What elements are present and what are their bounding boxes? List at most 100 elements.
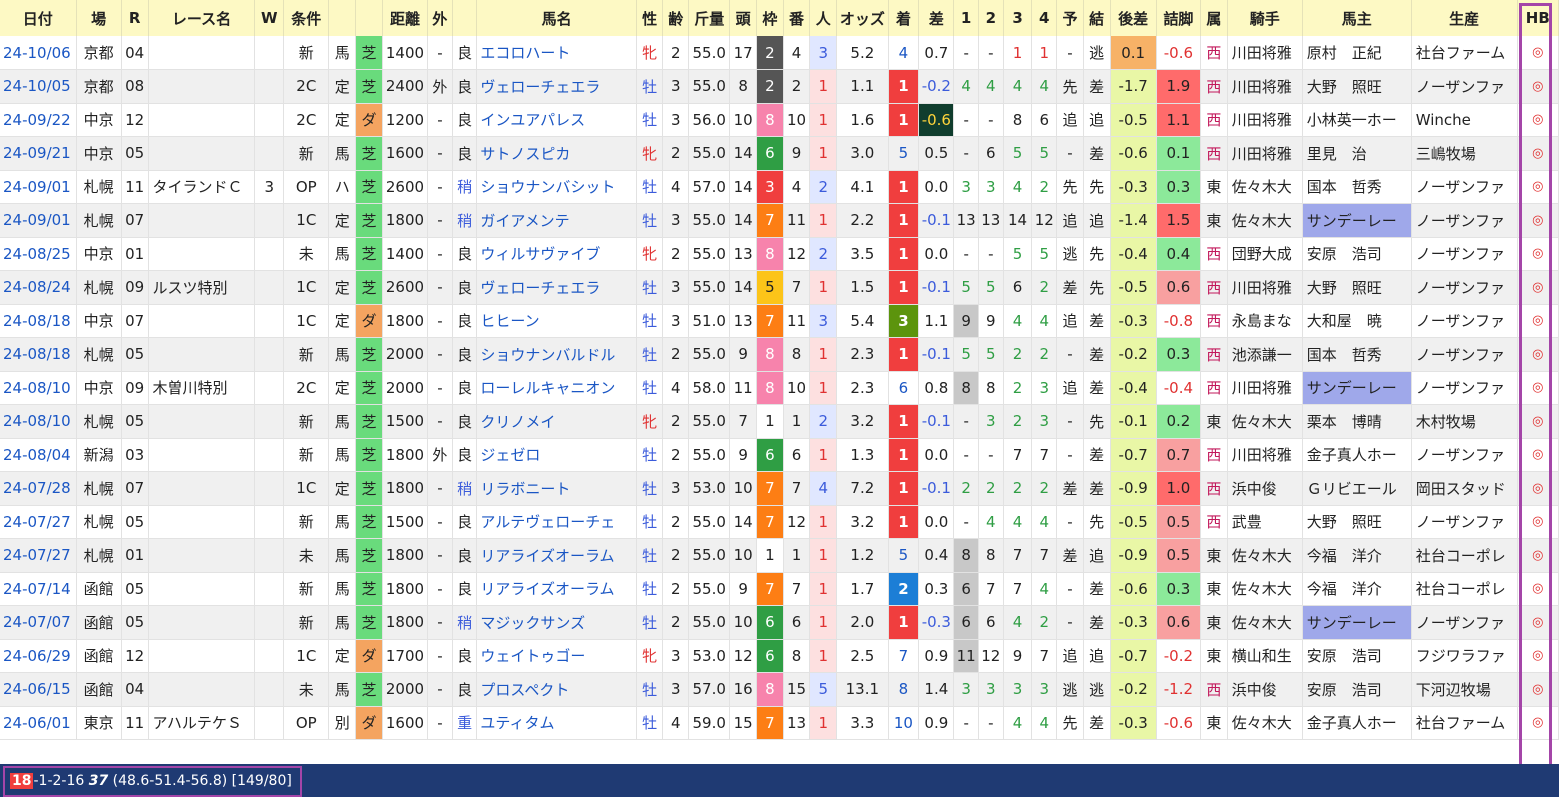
- table-row[interactable]: 24-09/21 中京 05 新馬芝 1600- 良サトノスピカ牝 2 55.0 14 6 9 1 3.…: [0, 136, 1559, 171]
- cell-hb[interactable]: ◎: [1517, 605, 1559, 640]
- column-header-diff[interactable]: 差: [918, 0, 955, 36]
- column-header-c4[interactable]: 4: [1031, 0, 1058, 36]
- column-header-fin[interactable]: 詰脚: [1156, 0, 1202, 36]
- table-row[interactable]: 24-08/04 新潟 03 新馬芝 1800 外良ジェゼロ牡 2 55.0 9 6 6 1 1.3 1 0…: [0, 438, 1559, 472]
- column-header-breeder[interactable]: 生産: [1411, 0, 1518, 36]
- cell-horse[interactable]: ショウナンバシット: [476, 170, 637, 204]
- table-row[interactable]: 24-08/18 中京 07 1C 定ダ 1800- 良ヒヒーン牡 3 51.0 13 7 11 3 5.…: [0, 304, 1559, 338]
- cell-hb[interactable]: ◎: [1517, 103, 1559, 137]
- cell-horse[interactable]: アルテヴェローチェ: [476, 505, 637, 539]
- cell-hb[interactable]: ◎: [1517, 438, 1559, 472]
- cell-hb[interactable]: ◎: [1517, 69, 1559, 104]
- cell-date[interactable]: 24-07/27: [0, 505, 77, 539]
- table-row[interactable]: 24-08/25 中京 01 未馬芝 1400- 良ウィルサヴァイブ牝 2 55.0 13 8 12…: [0, 237, 1559, 271]
- cell-hb[interactable]: ◎: [1517, 136, 1559, 171]
- cell-horse[interactable]: インユアパレス: [476, 103, 637, 137]
- cell-horse[interactable]: ローレルキャニオン: [476, 371, 637, 405]
- table-row[interactable]: 24-09/01 札幌 07 1C 定芝 1800- 稍ガイアメンテ牡 3 55.0 14 7 11 1…: [0, 203, 1559, 238]
- column-header-c3[interactable]: 3: [1003, 0, 1033, 36]
- cell-date[interactable]: 24-09/01: [0, 170, 77, 204]
- cell-date[interactable]: 24-06/29: [0, 639, 77, 673]
- cell-hb[interactable]: ◎: [1517, 170, 1559, 204]
- cell-date[interactable]: 24-08/10: [0, 404, 77, 439]
- cell-horse[interactable]: ヴェローチェエラ: [476, 270, 637, 305]
- cell-date[interactable]: 24-08/25: [0, 237, 77, 271]
- cell-horse[interactable]: マジックサンズ: [476, 605, 637, 640]
- table-row[interactable]: 24-10/06 京都 04 新馬芝 1400- 良エコロハート牝 2 55.0 17 2 4 3 5.…: [0, 36, 1559, 70]
- column-header-ban[interactable]: 番: [783, 0, 811, 36]
- column-header-rank[interactable]: 着: [888, 0, 920, 36]
- cell-date[interactable]: 24-07/07: [0, 605, 77, 640]
- column-header-head[interactable]: 頭: [729, 0, 757, 36]
- column-header-c1[interactable]: 1: [953, 0, 979, 36]
- cell-date[interactable]: 24-08/10: [0, 371, 77, 405]
- cell-hb[interactable]: ◎: [1517, 270, 1559, 305]
- cell-date[interactable]: 24-06/15: [0, 672, 77, 707]
- cell-hb[interactable]: ◎: [1517, 304, 1559, 338]
- cell-date[interactable]: 24-09/21: [0, 136, 77, 171]
- cell-date[interactable]: 24-08/04: [0, 438, 77, 472]
- column-header-cls[interactable]: 条件: [283, 0, 330, 36]
- cell-horse[interactable]: ヴェローチェエラ: [476, 69, 637, 104]
- table-row[interactable]: 24-06/01 東京 11 アハルテケＳ OP 別ダ 1600- 重ユティタム牡 4 59.0 1…: [0, 706, 1559, 740]
- table-row[interactable]: 24-06/29 函館 12 1C 定ダ 1700- 良ウェイトゥゴー牝 3 53.0 12 6 8 1…: [0, 639, 1559, 673]
- cell-hb[interactable]: ◎: [1517, 36, 1559, 70]
- cell-date[interactable]: 24-07/27: [0, 538, 77, 573]
- column-header-atoz[interactable]: 後差: [1110, 0, 1157, 36]
- cell-date[interactable]: 24-07/14: [0, 572, 77, 606]
- cell-hb[interactable]: ◎: [1517, 404, 1559, 439]
- cell-date[interactable]: 24-06/01: [0, 706, 77, 740]
- cell-hb[interactable]: ◎: [1517, 203, 1559, 238]
- table-row[interactable]: 24-08/10 中京 09 木曽川特別 2C 定芝 2000- 良ローレルキャニオン牡 4 58…: [0, 371, 1559, 405]
- cell-date[interactable]: 24-08/18: [0, 337, 77, 372]
- column-header-date[interactable]: 日付: [0, 0, 77, 36]
- cell-horse[interactable]: エコロハート: [476, 36, 637, 70]
- cell-horse[interactable]: ショウナンバルドル: [476, 337, 637, 372]
- column-header-race[interactable]: レース名: [148, 0, 256, 36]
- cell-hb[interactable]: ◎: [1517, 337, 1559, 372]
- table-row[interactable]: 24-08/24 札幌 09 ルスツ特別 1C 定芝 2600- 良ヴェローチェエラ牡 3 55.…: [0, 270, 1559, 305]
- cell-hb[interactable]: ◎: [1517, 538, 1559, 573]
- cell-date[interactable]: 24-08/18: [0, 304, 77, 338]
- column-header-waku[interactable]: 枠: [756, 0, 784, 36]
- table-row[interactable]: 24-09/22 中京 12 2C 定ダ 1200- 良インユアパレス牡 3 56.0 10 8 10…: [0, 103, 1559, 137]
- column-header-going[interactable]: [452, 0, 478, 36]
- column-header-horse[interactable]: 馬名: [476, 0, 637, 36]
- cell-date[interactable]: 24-09/01: [0, 203, 77, 238]
- column-header-owner[interactable]: 馬主: [1302, 0, 1412, 36]
- table-row[interactable]: 24-09/01 札幌 11 タイランドＣ 3 OP ハ芝 2600- 稍ショウナンバシット牡 4…: [0, 170, 1559, 204]
- column-header-place[interactable]: 場: [76, 0, 122, 36]
- cell-date[interactable]: 24-08/24: [0, 270, 77, 305]
- column-header-res[interactable]: 結: [1083, 0, 1111, 36]
- table-row[interactable]: 24-10/05 京都 08 2C 定芝 2400 外良ヴェローチェエラ牡 3 55.0 8 2 2 1…: [0, 69, 1559, 104]
- cell-date[interactable]: 24-09/22: [0, 103, 77, 137]
- cell-horse[interactable]: プロスペクト: [476, 672, 637, 707]
- table-row[interactable]: 24-08/18 札幌 05 新馬芝 2000- 良ショウナンバルドル牡 2 55.0 9 8 8 1…: [0, 337, 1559, 372]
- column-header-jockey[interactable]: 騎手: [1227, 0, 1303, 36]
- column-header-c2[interactable]: 2: [978, 0, 1004, 36]
- column-header-sex[interactable]: 性: [636, 0, 664, 36]
- cell-horse[interactable]: ウィルサヴァイブ: [476, 237, 637, 271]
- table-row[interactable]: 24-07/27 札幌 01 未馬芝 1800- 良リアライズオーラム牡 2 55.0 10 1 1…: [0, 538, 1559, 573]
- column-header-w[interactable]: W: [254, 0, 285, 36]
- cell-horse[interactable]: ガイアメンテ: [476, 203, 637, 238]
- cell-hb[interactable]: ◎: [1517, 471, 1559, 506]
- cell-date[interactable]: 24-07/28: [0, 471, 77, 506]
- table-row[interactable]: 24-07/07 函館 05 新馬芝 1800- 稍マジックサンズ牡 2 55.0 10 6 6 1 2…: [0, 605, 1559, 640]
- cell-hb[interactable]: ◎: [1517, 672, 1559, 707]
- column-header-zoku[interactable]: 属: [1200, 0, 1228, 36]
- column-header-pop[interactable]: 人: [809, 0, 838, 36]
- column-header-dist[interactable]: 距離: [382, 0, 429, 36]
- cell-horse[interactable]: クリノメイ: [476, 404, 637, 439]
- cell-horse[interactable]: サトノスピカ: [476, 136, 637, 171]
- cell-date[interactable]: 24-10/05: [0, 69, 77, 104]
- column-header-out[interactable]: 外: [427, 0, 453, 36]
- cell-hb[interactable]: ◎: [1517, 572, 1559, 606]
- table-row[interactable]: 24-07/14 函館 05 新馬芝 1800- 良リアライズオーラム牡 2 55.0 9 7 7 1…: [0, 572, 1559, 606]
- cell-hb[interactable]: ◎: [1517, 237, 1559, 271]
- cell-horse[interactable]: リラボニート: [476, 471, 637, 506]
- cell-horse[interactable]: リアライズオーラム: [476, 572, 637, 606]
- cell-horse[interactable]: ウェイトゥゴー: [476, 639, 637, 673]
- table-row[interactable]: 24-07/28 札幌 07 1C 定芝 1800- 稍リラボニート牡 3 53.0 10 7 7 4 7…: [0, 471, 1559, 506]
- column-header-pred[interactable]: 予: [1056, 0, 1084, 36]
